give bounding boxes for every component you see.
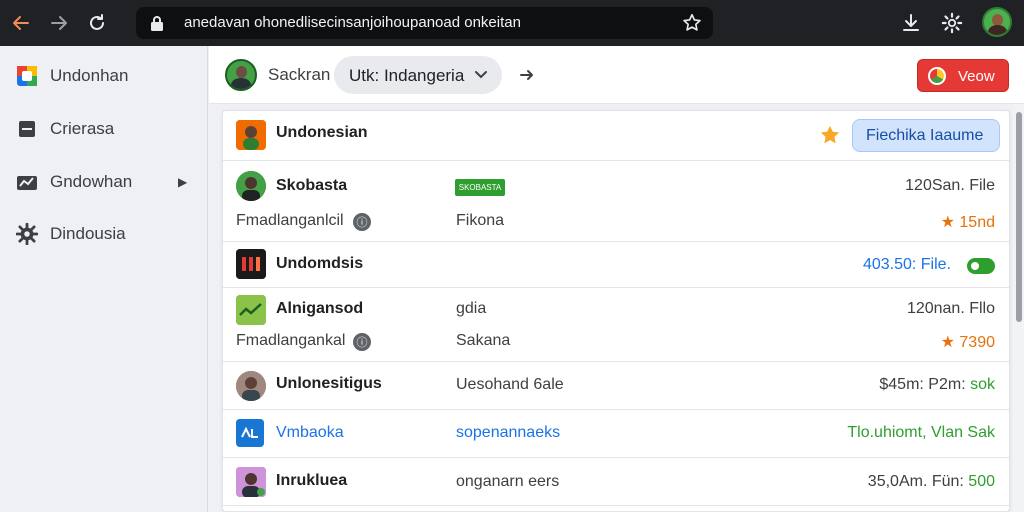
download-icon[interactable] <box>897 9 925 37</box>
gear-icon <box>16 223 38 245</box>
info-icon[interactable]: ⓘ <box>353 333 371 351</box>
item-meta: Uesohand 6ale <box>456 376 564 393</box>
avatar <box>236 171 266 201</box>
item-title: Skobasta <box>276 177 348 194</box>
item-subtitle: Fmadlanganlcil <box>236 212 344 229</box>
list-item[interactable]: Undomdsis 403.50: File. <box>223 242 1009 288</box>
app-logo-icon <box>16 65 38 87</box>
url-text: anedavan ohonedlisecinsanjoihoupanoad on… <box>184 14 521 31</box>
info-icon[interactable]: ⓘ <box>353 213 371 231</box>
list-item[interactable]: Inrukluea onganarn eers 35,0Am. Fün: 500 <box>223 458 1009 506</box>
item-title: Undomdsis <box>276 255 364 272</box>
status-badge: SKOBASTA <box>455 179 505 196</box>
document-icon <box>16 118 38 140</box>
sidebar-item-label: Undonhan <box>50 66 129 85</box>
sidebar-item-dindousia[interactable]: Dindousia <box>0 214 208 254</box>
item-thumbnail <box>236 295 266 325</box>
item-title: Alnigansod <box>276 300 364 317</box>
item-rating: ★ 7390 <box>940 334 995 351</box>
item-size: Tlo.uhiomt, Vlan Sak <box>847 424 995 441</box>
back-icon[interactable] <box>8 10 34 36</box>
enable-toggle[interactable] <box>967 258 995 274</box>
item-title[interactable]: Vmbaoka <box>276 424 344 442</box>
item-thumbnail <box>236 249 266 279</box>
item-size: 120nan. Fllo <box>906 300 995 317</box>
item-thumbnail <box>236 419 264 447</box>
item-price: 35,0Am. Fün: 500 <box>868 473 995 491</box>
item-title: Unlonesitigus <box>276 375 382 392</box>
feature-button[interactable]: Fiechika Iaaume <box>852 119 1000 152</box>
arrow-right-icon[interactable] <box>519 67 535 83</box>
favorite-star-icon[interactable] <box>819 124 841 146</box>
avatar <box>236 467 266 497</box>
reload-icon[interactable] <box>84 10 110 36</box>
item-meta: onganarn eers <box>456 473 560 490</box>
view-button-label: Veow <box>958 68 995 85</box>
list-item[interactable]: Skobasta SKOBASTA 120San. File Fmadlanga… <box>223 161 1009 242</box>
settings-gear-icon[interactable] <box>938 9 966 37</box>
sidebar-item-gndowhan[interactable]: Gndowhan ▶ <box>0 162 208 202</box>
item-title: Inrukluea <box>276 472 348 489</box>
filter-select[interactable]: Utk: Indangeria <box>334 56 502 94</box>
item-price-highlight: 500 <box>968 473 995 490</box>
user-avatar[interactable] <box>225 59 257 91</box>
browser-toolbar: anedavan ohonedlisecinsanjoihoupanoad on… <box>0 0 1024 46</box>
list-item[interactable]: Alnigansod gdia 120nan. Fllo Fmadlangank… <box>223 288 1009 362</box>
profile-avatar[interactable] <box>982 7 1012 37</box>
list-item[interactable]: Unlonesitigus Uesohand 6ale $45m: P2m: s… <box>223 362 1009 410</box>
item-subtitle: Fmadlangankal <box>236 332 346 349</box>
feature-button-label: Fiechika Iaaume <box>866 127 984 144</box>
item-meta: Fikona <box>456 212 505 229</box>
sidebar-item-label: Crierasa <box>50 119 115 138</box>
scrollbar[interactable] <box>1013 104 1024 512</box>
view-button[interactable]: Veow <box>917 59 1009 92</box>
chevron-down-icon <box>475 71 487 79</box>
item-price-text: $45m: P2m: <box>879 376 966 393</box>
address-bar[interactable]: anedavan ohonedlisecinsanjoihoupanoad on… <box>136 7 713 39</box>
scrollbar-thumb[interactable] <box>1016 112 1022 322</box>
item-size: 403.50: File. <box>862 256 951 273</box>
content-header: Sackran Utk: Indangeria Veow <box>209 46 1024 104</box>
flag-thumbnail <box>236 120 266 150</box>
item-meta-secondary: Sakana <box>456 332 511 349</box>
list-header-row[interactable]: Undonesian Fiechika Iaaume <box>223 111 1009 161</box>
sidebar: Undonhan Crierasa Gndowhan ▶ Dindousia <box>0 46 208 512</box>
search-label: Sackran <box>268 65 331 84</box>
chart-icon <box>16 171 38 193</box>
avatar <box>236 371 266 401</box>
item-rating: ★ 15nd <box>940 214 995 231</box>
item-meta: gdia <box>456 300 487 317</box>
results-list: Undonesian Fiechika Iaaume Skobasta SKOB… <box>222 110 1010 512</box>
list-header-title: Undonesian <box>276 124 368 141</box>
lock-icon <box>151 16 163 31</box>
item-price: $45m: P2m: sok <box>879 376 995 394</box>
sidebar-item-undonhan[interactable]: Undonhan <box>0 56 208 96</box>
list-item[interactable]: Vmbaoka sopenannaeks Tlo.uhiomt, Vlan Sa… <box>223 410 1009 458</box>
forward-icon[interactable] <box>46 10 72 36</box>
bookmark-star-icon[interactable] <box>681 12 703 34</box>
sidebar-item-label: Dindousia <box>50 224 126 243</box>
item-price-highlight: sok <box>970 376 995 393</box>
item-size: 120San. File <box>905 177 995 194</box>
item-meta[interactable]: sopenannaeks <box>456 424 560 442</box>
filter-select-value: Utk: Indangeria <box>349 66 465 85</box>
chevron-right-icon[interactable]: ▶ <box>178 175 187 189</box>
sidebar-item-crierasa[interactable]: Crierasa <box>0 109 208 149</box>
sidebar-item-label: Gndowhan <box>50 172 133 191</box>
view-logo-icon <box>928 67 946 85</box>
item-price-text: 35,0Am. Fün: <box>867 473 964 490</box>
